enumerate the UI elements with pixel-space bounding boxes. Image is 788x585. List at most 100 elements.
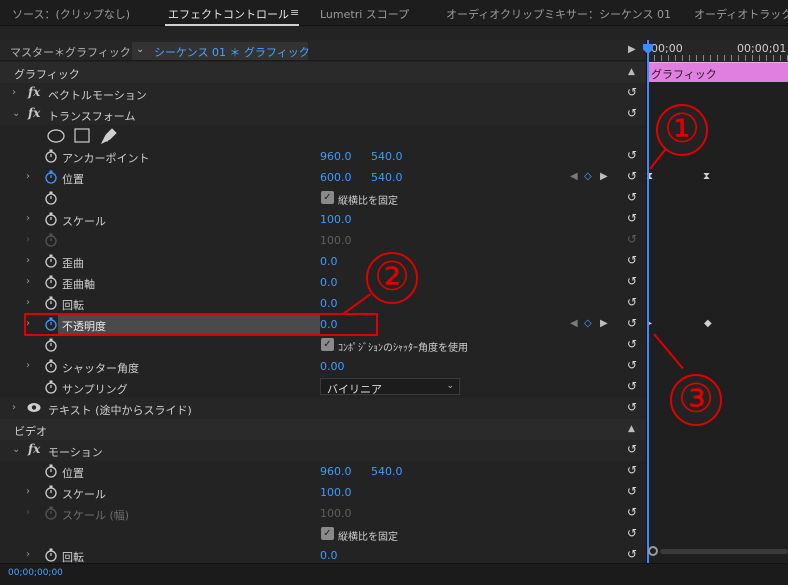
prop-uniform-scale: ✓ 縦横比を固定 ↺ [0, 188, 646, 209]
panel-menu-icon[interactable]: ≡ [290, 6, 299, 19]
expand-arrow-icon: › [26, 234, 30, 245]
skew-axis-value[interactable]: 0.0 [320, 276, 338, 289]
effect-name: テキスト (途中からスライド) [48, 404, 192, 417]
rotation-value[interactable]: 0.0 [320, 297, 338, 310]
reset-icon[interactable]: ↺ [625, 400, 639, 414]
motion-position-y-value[interactable]: 540.0 [371, 465, 403, 478]
reset-icon[interactable]: ↺ [625, 505, 639, 519]
reset-icon[interactable]: ↺ [625, 106, 639, 120]
prev-keyframe-icon[interactable]: ◀ [570, 318, 578, 329]
reset-icon[interactable]: ↺ [625, 295, 639, 309]
stopwatch-icon[interactable] [44, 190, 58, 206]
motion-position-x-value[interactable]: 960.0 [320, 465, 352, 478]
use-comp-shutter-checkbox[interactable]: ✓ [321, 338, 334, 351]
stopwatch-icon[interactable] [44, 211, 58, 227]
motion-scale-value[interactable]: 100.0 [320, 486, 352, 499]
motion-uniform-scale-checkbox[interactable]: ✓ [321, 527, 334, 540]
reset-icon[interactable]: ↺ [625, 169, 639, 183]
reset-icon[interactable]: ↺ [625, 253, 639, 267]
zoom-scrollbar[interactable] [660, 549, 788, 554]
stopwatch-icon[interactable] [44, 337, 58, 353]
prop-skew-axis: › 歪曲軸 0.0 ↺ [0, 272, 646, 293]
position-keyframe-end[interactable]: ⧗ [703, 171, 710, 182]
sampling-dropdown[interactable]: バイリニア ⌄ [320, 378, 460, 396]
checkbox-label: 縦横比を固定 [338, 196, 398, 207]
playhead[interactable] [643, 40, 653, 568]
collapse-up-icon[interactable]: ▲ [628, 67, 635, 77]
time-ruler[interactable]: 00;00 00;00;01 [647, 40, 788, 62]
eye-icon[interactable] [27, 402, 41, 413]
reset-icon[interactable]: ↺ [625, 211, 639, 225]
expand-arrow-icon[interactable]: › [26, 171, 30, 182]
shutter-angle-value[interactable]: 0.00 [320, 360, 345, 373]
play-only-clip-audio-icon[interactable]: ▶ [628, 44, 636, 55]
reset-icon[interactable]: ↺ [625, 190, 639, 204]
effect-name: モーション [48, 446, 103, 459]
position-x-value[interactable]: 600.0 [320, 171, 352, 184]
reset-icon[interactable]: ↺ [625, 358, 639, 372]
stopwatch-icon[interactable] [44, 148, 58, 164]
current-timecode[interactable]: 00;00;00;00 [8, 568, 63, 578]
skew-value[interactable]: 0.0 [320, 255, 338, 268]
reset-icon[interactable]: ↺ [625, 484, 639, 498]
expand-arrow-icon[interactable]: › [12, 402, 16, 413]
stopwatch-icon[interactable] [44, 484, 58, 500]
scale-value[interactable]: 100.0 [320, 213, 352, 226]
reset-icon[interactable]: ↺ [625, 274, 639, 288]
sequence-clip-selector[interactable]: ⌄ シーケンス 01 ＊ グラフィック [132, 42, 310, 60]
fx-icon[interactable]: fx [28, 85, 40, 99]
fx-icon[interactable]: fx [28, 442, 40, 456]
anchor-y-value[interactable]: 540.0 [371, 150, 403, 163]
uniform-scale-checkbox[interactable]: ✓ [321, 191, 334, 204]
motion-rotation-value[interactable]: 0.0 [320, 549, 338, 562]
stopwatch-active-icon[interactable] [44, 169, 58, 185]
annotation-callout-2: ② [366, 252, 418, 304]
stopwatch-icon[interactable] [44, 547, 58, 563]
reset-icon[interactable]: ↺ [625, 379, 639, 393]
stopwatch-icon[interactable] [44, 295, 58, 311]
anchor-x-value[interactable]: 960.0 [320, 150, 352, 163]
expand-arrow-icon[interactable]: › [26, 297, 30, 308]
reset-icon[interactable]: ↺ [625, 463, 639, 477]
reset-icon[interactable]: ↺ [625, 547, 639, 561]
stopwatch-icon[interactable] [44, 379, 58, 395]
next-keyframe-icon[interactable]: ▶ [600, 318, 608, 329]
expand-arrow-icon[interactable]: › [26, 360, 30, 371]
tab-audio-track-mixer[interactable]: オーディオトラックミ [694, 6, 788, 22]
expand-arrow-icon[interactable]: › [26, 276, 30, 287]
collapse-arrow-icon[interactable]: ⌄ [12, 108, 20, 119]
add-keyframe-icon[interactable]: ◇ [584, 318, 592, 329]
position-y-value[interactable]: 540.0 [371, 171, 403, 184]
expand-arrow-icon[interactable]: › [26, 486, 30, 497]
stopwatch-icon[interactable] [44, 274, 58, 290]
opacity-keyframe-end[interactable]: ◆ [704, 318, 712, 329]
collapse-up-icon[interactable]: ▲ [628, 424, 635, 434]
expand-arrow-icon[interactable]: › [26, 255, 30, 266]
tab-source[interactable]: ソース：(クリップなし) [12, 6, 130, 22]
graphic-clip-bar[interactable]: グラフィック [647, 62, 788, 82]
tab-effect-controls[interactable]: エフェクトコントロール [168, 6, 289, 22]
master-clip-label[interactable]: マスター＊グラフィック [10, 44, 131, 60]
section-title: ビデオ [14, 425, 47, 438]
expand-arrow-icon[interactable]: › [26, 213, 30, 224]
expand-arrow-icon[interactable]: › [26, 549, 30, 560]
reset-icon[interactable]: ↺ [625, 148, 639, 162]
prop-rotation: › 回転 0.0 ↺ [0, 293, 646, 314]
reset-icon[interactable]: ↺ [625, 337, 639, 351]
stopwatch-icon[interactable] [44, 358, 58, 374]
reset-icon[interactable]: ↺ [625, 526, 639, 540]
tab-lumetri-scopes[interactable]: Lumetri スコープ [320, 6, 409, 22]
prev-keyframe-icon[interactable]: ◀ [570, 171, 578, 182]
reset-icon[interactable]: ↺ [625, 85, 639, 99]
stopwatch-icon[interactable] [44, 463, 58, 479]
add-keyframe-icon[interactable]: ◇ [584, 171, 592, 182]
tab-audio-clip-mixer[interactable]: オーディオクリップミキサー：シーケンス 01 [446, 6, 671, 22]
expand-arrow-icon[interactable]: › [12, 87, 16, 98]
stopwatch-icon[interactable] [44, 253, 58, 269]
next-keyframe-icon[interactable]: ▶ [600, 171, 608, 182]
fx-icon[interactable]: fx [28, 106, 40, 120]
reset-icon[interactable]: ↺ [625, 316, 639, 330]
zoom-handle[interactable] [648, 546, 658, 556]
collapse-arrow-icon[interactable]: ⌄ [12, 444, 20, 455]
reset-icon[interactable]: ↺ [625, 442, 639, 456]
